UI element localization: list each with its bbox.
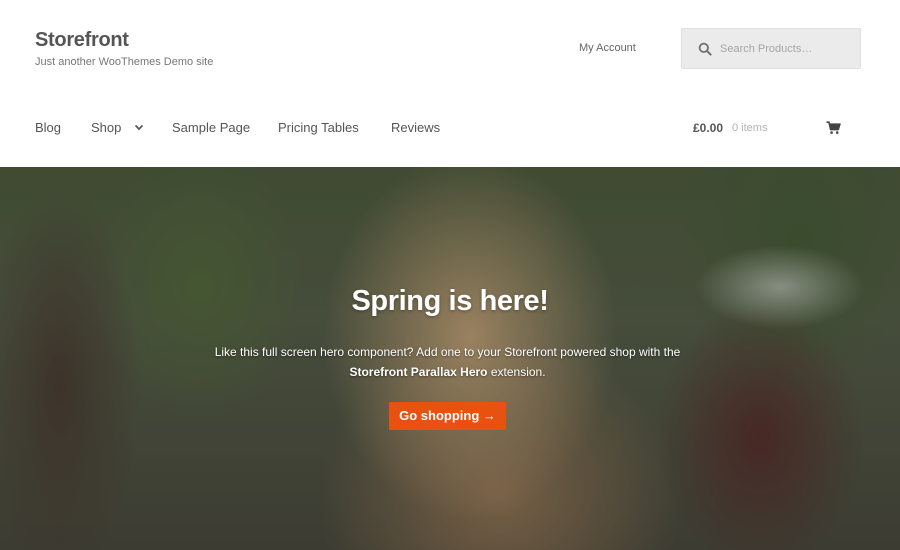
nav-item-sample-page[interactable]: Sample Page xyxy=(172,120,250,135)
chevron-down-icon[interactable] xyxy=(134,124,144,131)
hero-description: Like this full screen hero component? Ad… xyxy=(195,342,700,382)
nav-item-reviews[interactable]: Reviews xyxy=(391,120,440,135)
hero-title: Spring is here! xyxy=(351,285,549,317)
nav-item-pricing-tables[interactable]: Pricing Tables xyxy=(278,120,359,135)
site-tagline: Just another WooThemes Demo site xyxy=(35,56,214,68)
hero-text-highlight: Storefront Parallax Hero xyxy=(349,365,488,379)
cart-total[interactable]: £0.00 xyxy=(693,121,723,135)
search-icon xyxy=(698,42,712,56)
my-account-link[interactable]: My Account xyxy=(579,42,636,54)
hero-text-intro: Like this full screen hero component? Ad… xyxy=(214,345,681,359)
search-box[interactable] xyxy=(681,28,861,69)
search-input[interactable] xyxy=(720,29,858,68)
go-shopping-button[interactable]: Go shopping → xyxy=(389,402,506,430)
nav-item-shop[interactable]: Shop xyxy=(91,120,121,135)
shopping-cart-icon[interactable] xyxy=(826,121,841,135)
site-header: Storefront Just another WooThemes Demo s… xyxy=(0,0,900,167)
nav-item-blog[interactable]: Blog xyxy=(35,120,61,135)
site-title[interactable]: Storefront xyxy=(35,29,129,52)
cart-item-count[interactable]: 0 items xyxy=(732,122,767,134)
hero-banner: Spring is here! Like this full screen he… xyxy=(0,167,900,550)
hero-text-suffix: extension. xyxy=(490,365,546,379)
